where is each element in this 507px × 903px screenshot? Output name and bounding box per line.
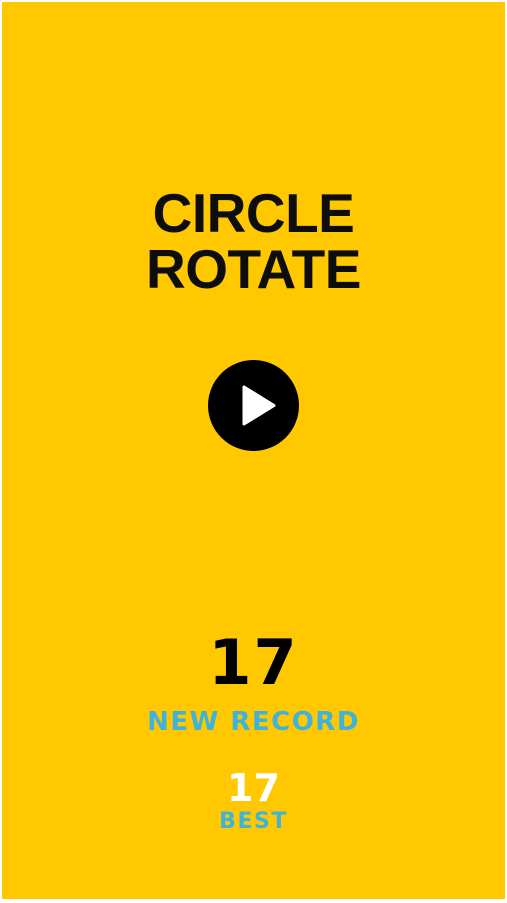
- play-button[interactable]: [208, 360, 299, 451]
- game-title: CIRCLE ROTATE: [2, 185, 505, 297]
- current-score: 17: [208, 626, 299, 699]
- game-screen: CIRCLE ROTATE 17 NEW RECORD 17 BEST: [2, 2, 505, 899]
- best-label: BEST: [219, 809, 288, 834]
- play-icon: [242, 385, 276, 426]
- title-line-1: CIRCLE: [152, 182, 355, 244]
- best-score: 17: [227, 766, 280, 810]
- title-line-2: ROTATE: [146, 238, 361, 300]
- new-record-label: NEW RECORD: [147, 707, 360, 737]
